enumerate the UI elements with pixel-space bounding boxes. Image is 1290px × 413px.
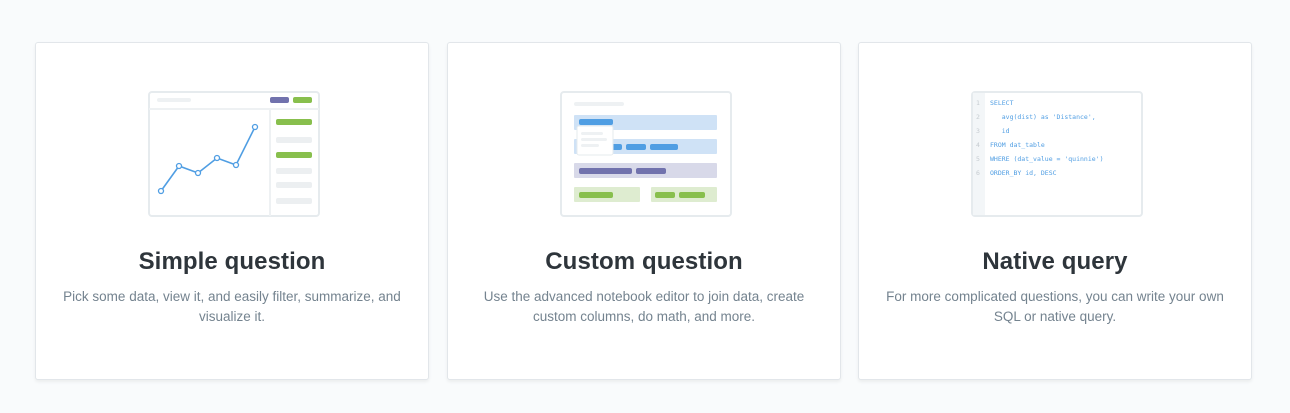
- card-description: Use the advanced notebook editor to join…: [483, 289, 805, 324]
- native-query-card[interactable]: 1 SELECT 2 avg(dist) as 'Distance', 3 id…: [858, 42, 1252, 380]
- code-line: avg(dist) as 'Distance',: [990, 113, 1096, 121]
- sql-editor-illustration: 1 SELECT 2 avg(dist) as 'Distance', 3 id…: [971, 91, 1143, 217]
- simple-question-card[interactable]: Simple question Pick some data, view it,…: [35, 42, 429, 380]
- code-line: SELECT: [990, 99, 1014, 107]
- line-number: 5: [976, 155, 980, 163]
- new-question-options: Simple question Pick some data, view it,…: [0, 0, 1290, 413]
- card-description: For more complicated questions, you can …: [886, 289, 1224, 324]
- line-chart-illustration: [148, 91, 320, 217]
- code-line: WHERE (dat_value = 'quinnie'): [990, 155, 1104, 163]
- code-line: FROM dat_table: [990, 141, 1045, 149]
- notebook-editor-illustration: [560, 91, 732, 217]
- code-line: id: [990, 127, 1010, 135]
- card-title: Custom question: [545, 248, 743, 275]
- card-title: Native query: [982, 248, 1128, 275]
- line-number: 3: [976, 127, 980, 135]
- custom-question-card[interactable]: Custom question Use the advanced noteboo…: [447, 42, 841, 380]
- card-title: Simple question: [138, 248, 326, 275]
- code-line: ORDER_BY id, DESC: [990, 169, 1057, 177]
- line-number: 4: [976, 141, 980, 149]
- line-number: 2: [976, 113, 980, 121]
- card-description: Pick some data, view it, and easily filt…: [63, 289, 401, 324]
- line-number: 1: [976, 99, 980, 107]
- line-number: 6: [976, 169, 980, 177]
